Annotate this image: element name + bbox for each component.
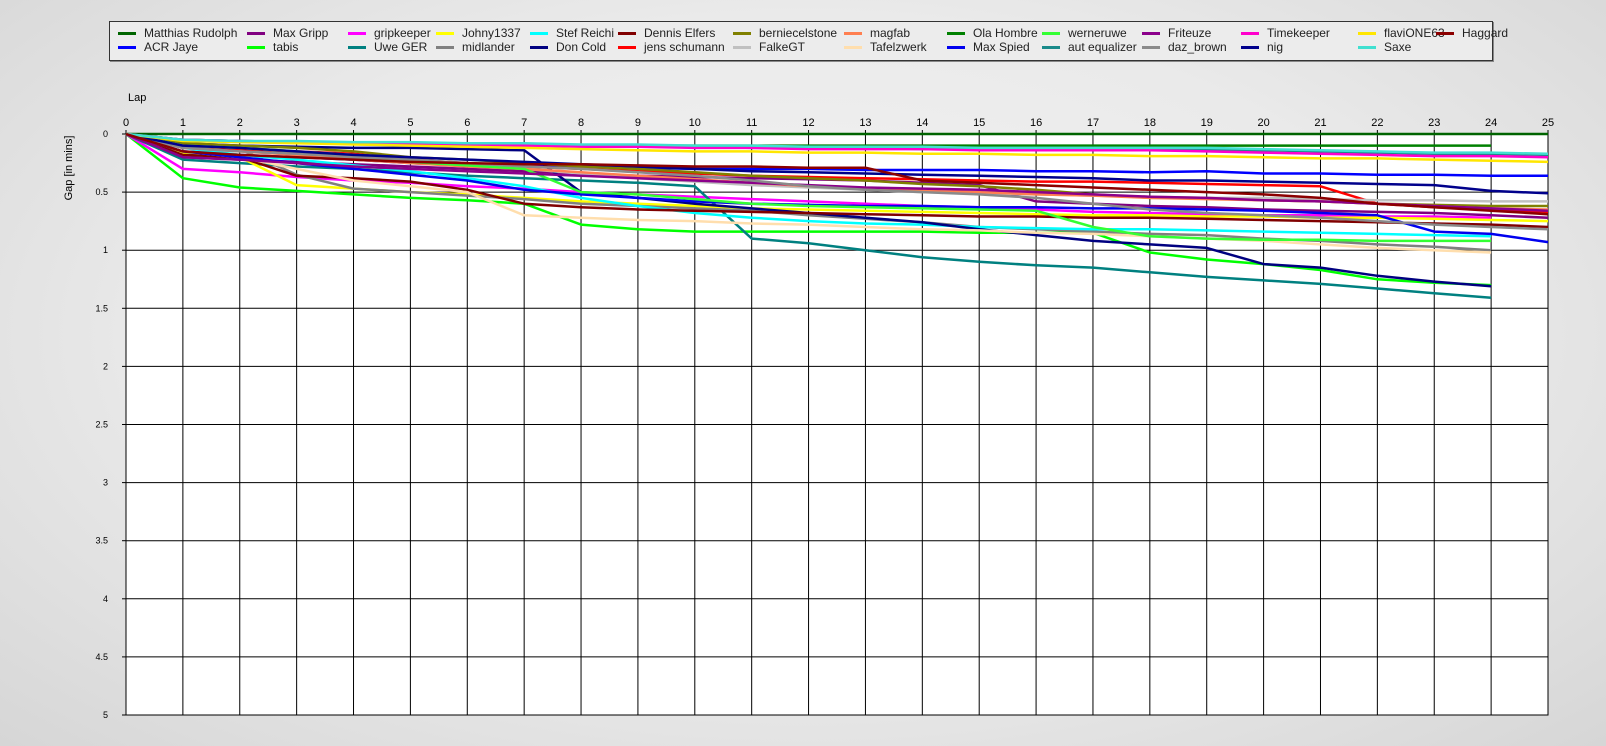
legend-swatch [348,46,366,49]
y-tick-label: 0.5 [95,187,108,197]
legend-label: Uwe GER [374,40,428,54]
x-tick-label: 7 [521,117,527,129]
x-tick-label: 15 [973,117,985,129]
legend-swatch [1358,46,1376,49]
legend-swatch [530,46,548,49]
x-tick-label: 24 [1485,117,1497,129]
x-tick-label: 8 [578,117,584,129]
legend-swatch [1142,32,1160,35]
legend-swatch [1241,32,1259,35]
legend-swatch [118,32,136,35]
legend-label: Don Cold [556,40,607,54]
x-tick-label: 16 [1030,117,1042,129]
legend-swatch [530,32,548,35]
y-tick-label: 1 [103,245,108,255]
y-tick-label: 2.5 [95,420,108,430]
x-tick-label: 12 [802,117,814,129]
y-tick-label: 3 [103,478,108,488]
gap-chart: 0 1 2 3 4 5 6 7 8 9 10 11 12 13 14 15 16 17 18 19 20 21 22 23 24… [63,92,1554,720]
y-tick-label: 5 [103,710,108,720]
x-tick-label: 11 [746,117,757,129]
y-tick-label: 2 [103,361,108,371]
legend: Matthias Rudolph ACR Jaye Max Gripp tabis gr… [109,21,1508,61]
x-tick-label: 17 [1087,117,1099,129]
legend-swatch [1358,32,1376,35]
x-axis-ticks: 0 1 2 3 4 5 6 7 8 9 10 11 12 13 14 15 16 17 18 19 20 21 22 23 24… [123,117,1554,134]
legend-label: aut equalizer [1068,40,1137,54]
legend-swatch [1042,32,1060,35]
legend-label: Ola Hombre [973,26,1038,40]
x-tick-label: 21 [1314,117,1326,129]
x-tick-label: 0 [123,117,129,129]
legend-swatch [947,32,965,35]
legend-swatch [1241,46,1259,49]
x-tick-label: 10 [689,117,701,129]
legend-label: tabis [273,40,299,54]
x-tick-label: 5 [407,117,413,129]
x-tick-label: 18 [1144,117,1156,129]
y-axis-ticks: 0 0.5 1 1.5 2 2.5 3 3.5 4 4.5 5 [95,129,126,720]
legend-label: Friteuze [1168,26,1212,40]
x-tick-label: 20 [1257,117,1269,129]
x-tick-label: 22 [1371,117,1383,129]
legend-label: daz_brown [1168,40,1227,54]
legend-label: Dennis Elfers [644,26,716,40]
legend-label: Timekeeper [1267,26,1330,40]
y-tick-label: 0 [103,129,108,139]
legend-swatch [1042,46,1060,49]
legend-label: Max Spied [973,40,1030,54]
y-axis-label: Gap [in mins] [63,136,75,201]
legend-label: Saxe [1384,40,1412,54]
legend-swatch [1142,46,1160,49]
y-tick-label: 4.5 [95,652,108,662]
legend-swatch [247,32,265,35]
x-tick-label: 23 [1428,117,1440,129]
legend-label: gripkeeper [374,26,431,40]
legend-label: Haggard [1462,26,1509,40]
x-tick-label: 9 [635,117,641,129]
legend-label: Tafelzwerk [870,40,927,54]
legend-label: Max Gripp [273,26,329,40]
legend-label: ACR Jaye [144,40,199,54]
x-tick-label: 1 [180,117,186,129]
legend-swatch [947,46,965,49]
legend-label: FalkeGT [759,40,806,54]
legend-swatch [436,46,454,49]
x-tick-label: 4 [350,117,356,129]
legend-label: Johny1337 [462,26,521,40]
x-tick-label: 6 [464,117,470,129]
legend-label: midlander [462,40,515,54]
x-tick-label: 3 [294,117,300,129]
legend-label: Matthias Rudolph [144,26,238,40]
x-tick-label: 25 [1542,117,1554,129]
legend-swatch [618,46,636,49]
legend-swatch [348,32,366,35]
x-tick-label: 13 [859,117,871,129]
legend-swatch [118,46,136,49]
y-tick-label: 4 [103,594,108,604]
legend-label: jens schumann [644,40,725,54]
y-tick-label: 3.5 [95,536,108,546]
legend-swatch [844,46,862,49]
x-axis-label: Lap [128,92,146,104]
legend-swatch [1436,32,1454,35]
legend-label: nig [1267,40,1284,54]
x-tick-label: 2 [237,117,243,129]
legend-swatch [436,32,454,35]
legend-label: berniecelstone [759,26,838,40]
x-tick-label: 14 [916,117,928,129]
legend-swatch [618,32,636,35]
legend-swatch [733,32,751,35]
y-tick-label: 1.5 [95,303,108,313]
legend-swatch [247,46,265,49]
legend-swatch [844,32,862,35]
legend-swatch [733,46,751,49]
legend-label: Stef Reichi [556,26,615,40]
legend-label: werneruwe [1068,26,1127,40]
x-tick-label: 19 [1201,117,1213,129]
legend-label: magfab [870,26,911,40]
